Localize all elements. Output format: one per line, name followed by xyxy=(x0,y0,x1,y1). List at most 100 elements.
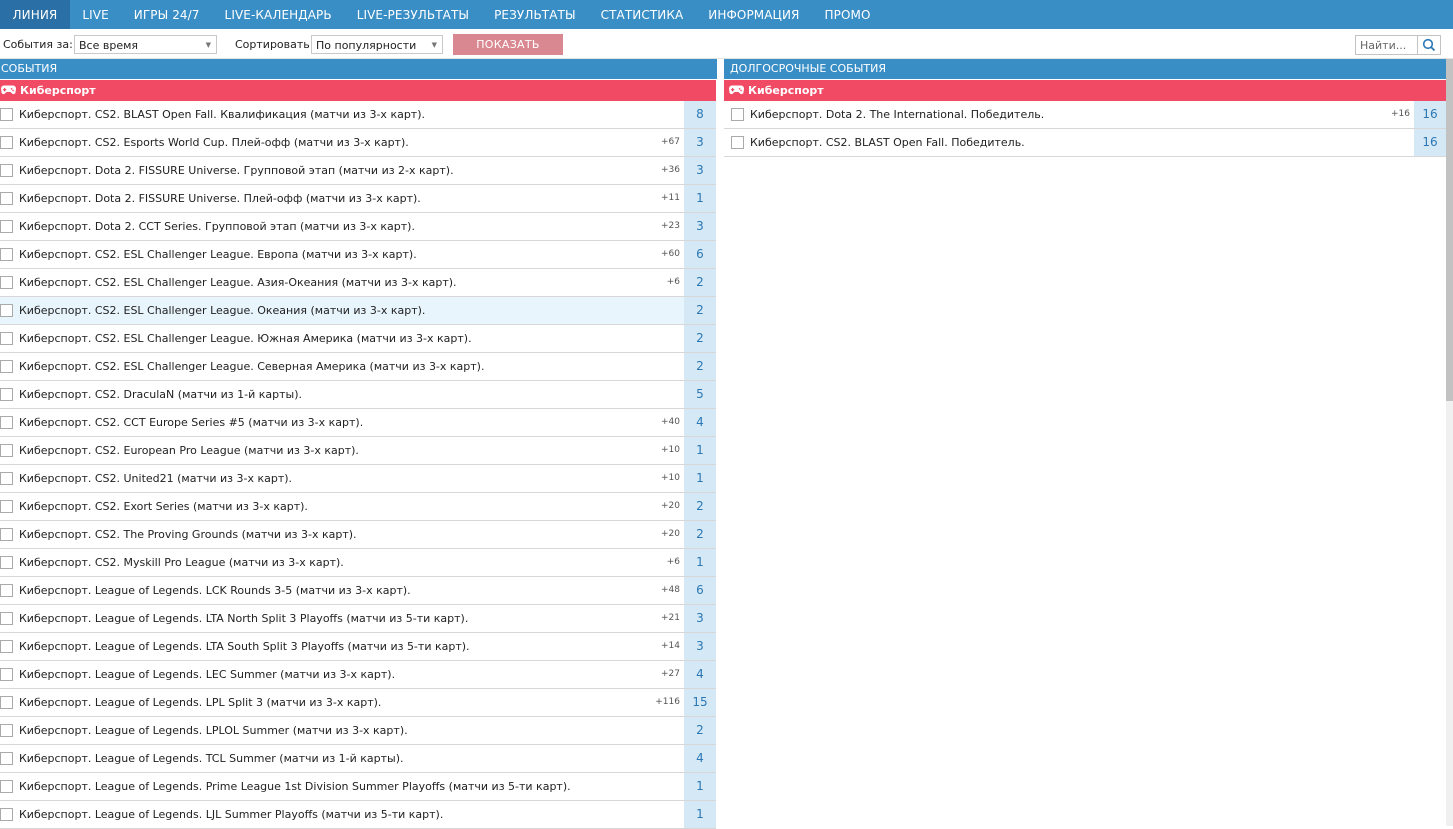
event-checkbox[interactable] xyxy=(0,108,13,121)
event-count[interactable]: 1 xyxy=(684,549,716,576)
event-checkbox[interactable] xyxy=(0,136,13,149)
event-checkbox[interactable] xyxy=(0,164,13,177)
more-markets-count[interactable]: +27 xyxy=(661,661,680,688)
event-count[interactable]: 2 xyxy=(684,297,716,324)
event-count[interactable]: 2 xyxy=(684,269,716,296)
event-row[interactable]: Киберспорт. League of Legends. LEC Summe… xyxy=(0,661,716,689)
event-row[interactable]: Киберспорт. CS2. DraculaN (матчи из 1-й … xyxy=(0,381,716,409)
event-row[interactable]: Киберспорт. CS2. Esports World Cup. Плей… xyxy=(0,129,716,157)
event-count[interactable]: 3 xyxy=(684,129,716,156)
event-count[interactable]: 1 xyxy=(684,801,716,828)
event-name[interactable]: Киберспорт. Dota 2. CCT Series. Группово… xyxy=(19,213,415,240)
event-name[interactable]: Киберспорт. League of Legends. LEC Summe… xyxy=(19,661,395,688)
event-name[interactable]: Киберспорт. League of Legends. LJL Summe… xyxy=(19,801,443,828)
event-row[interactable]: Киберспорт. League of Legends. LPL Split… xyxy=(0,689,716,717)
event-name[interactable]: Киберспорт. CS2. BLAST Open Fall. Квалиф… xyxy=(19,101,425,128)
long-term-sport-header[interactable]: Киберспорт xyxy=(724,80,1446,101)
more-markets-count[interactable]: +40 xyxy=(661,409,680,436)
event-count[interactable]: 3 xyxy=(684,213,716,240)
event-checkbox[interactable] xyxy=(0,360,13,373)
event-checkbox[interactable] xyxy=(0,500,13,513)
event-count[interactable]: 3 xyxy=(684,605,716,632)
event-checkbox[interactable] xyxy=(0,416,13,429)
event-name[interactable]: Киберспорт. CS2. ESL Challenger League. … xyxy=(19,241,417,268)
search-icon[interactable] xyxy=(1417,36,1440,54)
event-row[interactable]: Киберспорт. CS2. United21 (матчи из 3-х … xyxy=(0,465,716,493)
more-markets-count[interactable]: +116 xyxy=(655,689,680,716)
event-name[interactable]: Киберспорт. League of Legends. LTA North… xyxy=(19,605,468,632)
event-count[interactable]: 4 xyxy=(684,661,716,688)
event-row[interactable]: Киберспорт. Dota 2. FISSURE Universe. Гр… xyxy=(0,157,716,185)
nav-tab-live-results[interactable]: LIVE-РЕЗУЛЬТАТЫ xyxy=(344,0,481,29)
event-name[interactable]: Киберспорт. CS2. ESL Challenger League. … xyxy=(19,325,472,352)
event-name[interactable]: Киберспорт. League of Legends. TCL Summe… xyxy=(19,745,404,772)
more-markets-count[interactable]: +60 xyxy=(661,241,680,268)
event-row[interactable]: Киберспорт. League of Legends. Prime Lea… xyxy=(0,773,716,801)
event-count[interactable]: 3 xyxy=(684,157,716,184)
event-count[interactable]: 3 xyxy=(684,633,716,660)
nav-tab-games-24-7[interactable]: ИГРЫ 24/7 xyxy=(121,0,212,29)
event-row[interactable]: Киберспорт. CS2. European Pro League (ма… xyxy=(0,437,716,465)
event-name[interactable]: Киберспорт. CS2. Myskill Pro League (мат… xyxy=(19,549,344,576)
event-checkbox[interactable] xyxy=(0,612,13,625)
event-row[interactable]: Киберспорт. CS2. ESL Challenger League. … xyxy=(0,353,716,381)
event-row[interactable]: Киберспорт. CS2. BLAST Open Fall. Квалиф… xyxy=(0,101,716,129)
more-markets-count[interactable]: +21 xyxy=(661,605,680,632)
show-button[interactable]: ПОКАЗАТЬ xyxy=(453,34,563,55)
event-row[interactable]: Киберспорт. Dota 2. The International. П… xyxy=(724,101,1446,129)
event-count[interactable]: 2 xyxy=(684,493,716,520)
event-name[interactable]: Киберспорт. CS2. The Proving Grounds (ма… xyxy=(19,521,357,548)
more-markets-count[interactable]: +10 xyxy=(661,465,680,492)
event-name[interactable]: Киберспорт. CS2. ESL Challenger League. … xyxy=(19,297,425,324)
event-count[interactable]: 16 xyxy=(1414,101,1446,128)
event-row[interactable]: Киберспорт. League of Legends. LPLOL Sum… xyxy=(0,717,716,745)
event-checkbox[interactable] xyxy=(0,752,13,765)
event-name[interactable]: Киберспорт. CS2. CCT Europe Series #5 (м… xyxy=(19,409,363,436)
event-count[interactable]: 1 xyxy=(684,185,716,212)
event-name[interactable]: Киберспорт. CS2. BLAST Open Fall. Победи… xyxy=(750,129,1025,156)
event-count[interactable]: 8 xyxy=(684,101,716,128)
event-checkbox[interactable] xyxy=(0,640,13,653)
more-markets-count[interactable]: +23 xyxy=(661,213,680,240)
nav-tab-promo[interactable]: ПРОМО xyxy=(812,0,883,29)
nav-tab-results[interactable]: РЕЗУЛЬТАТЫ xyxy=(482,0,589,29)
event-row[interactable]: Киберспорт. Dota 2. CCT Series. Группово… xyxy=(0,213,716,241)
more-markets-count[interactable]: +36 xyxy=(661,157,680,184)
more-markets-count[interactable]: +48 xyxy=(661,577,680,604)
event-name[interactable]: Киберспорт. CS2. ESL Challenger League. … xyxy=(19,353,484,380)
event-checkbox[interactable] xyxy=(0,556,13,569)
more-markets-count[interactable]: +6 xyxy=(667,269,680,296)
more-markets-count[interactable]: +20 xyxy=(661,521,680,548)
event-count[interactable]: 15 xyxy=(684,689,716,716)
more-markets-count[interactable]: +6 xyxy=(667,549,680,576)
event-row[interactable]: Киберспорт. CS2. Myskill Pro League (мат… xyxy=(0,549,716,577)
event-row[interactable]: Киберспорт. CS2. Exort Series (матчи из … xyxy=(0,493,716,521)
event-count[interactable]: 4 xyxy=(684,745,716,772)
sort-select[interactable]: По популярности ▼ xyxy=(311,35,443,54)
event-name[interactable]: Киберспорт. CS2. European Pro League (ма… xyxy=(19,437,359,464)
nav-tab-information[interactable]: ИНФОРМАЦИЯ xyxy=(696,0,812,29)
events-sport-header[interactable]: Киберспорт xyxy=(0,80,716,101)
event-count[interactable]: 2 xyxy=(684,521,716,548)
event-count[interactable]: 2 xyxy=(684,353,716,380)
event-name[interactable]: Киберспорт. Dota 2. FISSURE Universe. Гр… xyxy=(19,157,454,184)
nav-tab-statistics[interactable]: СТАТИСТИКА xyxy=(588,0,696,29)
event-name[interactable]: Киберспорт. Dota 2. The International. П… xyxy=(750,101,1044,128)
event-checkbox[interactable] xyxy=(0,248,13,261)
event-checkbox[interactable] xyxy=(0,696,13,709)
event-row[interactable]: Киберспорт. League of Legends. LJL Summe… xyxy=(0,801,716,829)
event-row[interactable]: Киберспорт. CS2. BLAST Open Fall. Победи… xyxy=(724,129,1446,157)
event-checkbox[interactable] xyxy=(0,388,13,401)
event-checkbox[interactable] xyxy=(0,444,13,457)
event-row[interactable]: Киберспорт. League of Legends. LTA South… xyxy=(0,633,716,661)
event-row[interactable]: Киберспорт. League of Legends. LTA North… xyxy=(0,605,716,633)
event-count[interactable]: 2 xyxy=(684,325,716,352)
event-checkbox[interactable] xyxy=(0,192,13,205)
event-row[interactable]: Киберспорт. CS2. ESL Challenger League. … xyxy=(0,325,716,353)
event-checkbox[interactable] xyxy=(0,584,13,597)
event-name[interactable]: Киберспорт. League of Legends. Prime Lea… xyxy=(19,773,571,800)
event-count[interactable]: 5 xyxy=(684,381,716,408)
event-checkbox[interactable] xyxy=(0,780,13,793)
event-count[interactable]: 1 xyxy=(684,437,716,464)
event-checkbox[interactable] xyxy=(0,472,13,485)
